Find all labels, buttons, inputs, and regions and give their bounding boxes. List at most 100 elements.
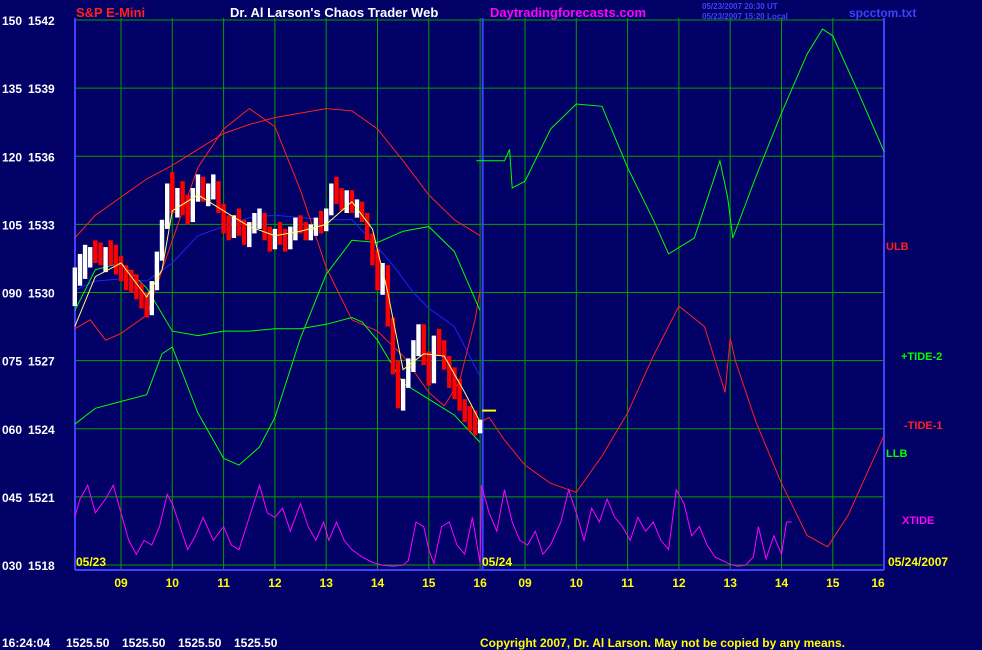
y-tick-price-label: 1539 <box>28 82 55 96</box>
quote-open: 1525.50 <box>66 636 110 650</box>
price-bar <box>98 242 103 266</box>
price-bar <box>272 228 278 250</box>
price-bar <box>462 399 467 422</box>
y-tick-price-label: 1521 <box>28 491 55 505</box>
y-tick-price-label: 1524 <box>28 423 55 437</box>
x-tick-label-day2: 09 <box>518 576 532 590</box>
price-bar <box>221 203 226 234</box>
price-bar <box>324 208 329 232</box>
price-bar <box>165 183 170 229</box>
x-tick-label-day2: 14 <box>775 576 789 590</box>
price-bar <box>339 188 344 211</box>
x-tick-label-day2: 15 <box>826 576 840 590</box>
price-bar <box>252 213 257 234</box>
price-bar <box>267 226 272 252</box>
quote-close: 1525.50 <box>234 636 278 650</box>
price-bar <box>118 256 124 282</box>
price-bar <box>134 274 139 300</box>
price-bar <box>288 226 293 250</box>
y-tick-price-label: 1536 <box>28 150 55 164</box>
price-bar <box>262 213 267 241</box>
price-bar <box>231 215 237 238</box>
price-bar <box>370 233 375 266</box>
x-tick-label-day2: 13 <box>724 576 738 590</box>
x-tick-label-day1: 15 <box>422 576 436 590</box>
price-bar <box>77 253 83 286</box>
price-bar <box>170 172 175 213</box>
y-tick-tide-label: 030 <box>2 559 22 573</box>
price-bar <box>257 208 262 229</box>
chart-title: Dr. Al Larson's Chaos Trader Web <box>230 5 438 20</box>
y-tick-price-label: 1533 <box>28 218 55 232</box>
quote-time: 16:24:04 <box>2 636 50 650</box>
x-tick-label-day1: 09 <box>114 576 128 590</box>
price-bar <box>385 265 390 327</box>
legend-xtide: XTIDE <box>902 515 934 527</box>
price-bar <box>406 358 411 388</box>
price-bar <box>113 244 119 275</box>
price-bar <box>442 340 447 370</box>
price-bar <box>421 324 426 366</box>
price-bar <box>139 283 144 309</box>
y-tick-tide-label: 090 <box>2 287 22 301</box>
x-tick-label-day2: 11 <box>621 576 634 590</box>
price-bar <box>431 335 437 384</box>
website-label: Daytradingforecasts.com <box>490 5 646 20</box>
price-bar <box>211 174 216 200</box>
x-tick-label-day2: 12 <box>672 576 686 590</box>
y-tick-tide-label: 150 <box>2 14 22 28</box>
price-bar <box>180 181 185 216</box>
data-file-label: spcctom.txt <box>849 6 916 20</box>
y-tick-price-label: 1530 <box>28 287 55 301</box>
price-bar <box>175 188 180 218</box>
y-tick-tide-label: 135 <box>2 82 22 96</box>
x-tick-label-day1: 11 <box>217 576 230 590</box>
price-bar <box>72 267 77 307</box>
copyright-notice: Copyright 2007, Dr. Al Larson. May not b… <box>480 636 845 650</box>
y-tick-price-label: 1518 <box>28 559 55 573</box>
quote-high: 1525.50 <box>122 636 166 650</box>
y-tick-price-label: 1527 <box>28 355 55 369</box>
price-bar <box>108 240 113 266</box>
price-bar <box>400 378 406 411</box>
x-tick-label-day1: 16 <box>473 576 487 590</box>
legend-llb: LLB <box>886 448 907 460</box>
price-bar <box>185 194 190 225</box>
price-bar <box>318 210 324 234</box>
price-bar <box>395 360 401 409</box>
x-tick-label-day1: 13 <box>320 576 334 590</box>
timestamp-local: 05/23/2007 15:20 Local <box>702 12 788 21</box>
chaos-trader-chart: 030 1518 045 1521 060 1524 075 1527 090 1530 105 15… <box>0 0 982 650</box>
price-bar <box>236 208 242 236</box>
y-tick-price-label: 1542 <box>28 14 55 28</box>
x-tick-label-day1: 10 <box>166 576 180 590</box>
price-bar <box>159 219 165 261</box>
x-tick-label-day2: 10 <box>570 576 584 590</box>
price-bar <box>416 324 421 357</box>
price-bar <box>467 406 472 431</box>
quote-low: 1525.50 <box>178 636 222 650</box>
price-bar <box>359 201 365 223</box>
price-bar <box>447 356 452 388</box>
y-tick-tide-label: 075 <box>2 355 22 369</box>
price-bar <box>344 190 349 213</box>
price-bar <box>303 222 308 241</box>
price-bar <box>226 215 231 241</box>
y-tick-tide-label: 105 <box>2 218 22 232</box>
y-tick-tide-label: 045 <box>2 491 22 505</box>
chart-background <box>0 0 982 650</box>
x-tick-label-day1: 12 <box>268 576 282 590</box>
price-bar <box>93 240 98 263</box>
price-bar <box>293 217 298 241</box>
price-bar <box>308 224 313 241</box>
price-bar <box>283 228 288 252</box>
date-label-day2: 05/24 <box>482 555 512 569</box>
price-bar <box>329 183 334 216</box>
date-label-day1: 05/23 <box>76 555 106 569</box>
price-bar <box>190 188 195 223</box>
price-bar <box>411 340 416 372</box>
price-bar <box>195 174 201 202</box>
chart-canvas: 030 1518 045 1521 060 1524 075 1527 090 1530 105 15… <box>0 0 982 650</box>
price-bar <box>277 222 283 245</box>
x-tick-label-day1: 14 <box>371 576 385 590</box>
